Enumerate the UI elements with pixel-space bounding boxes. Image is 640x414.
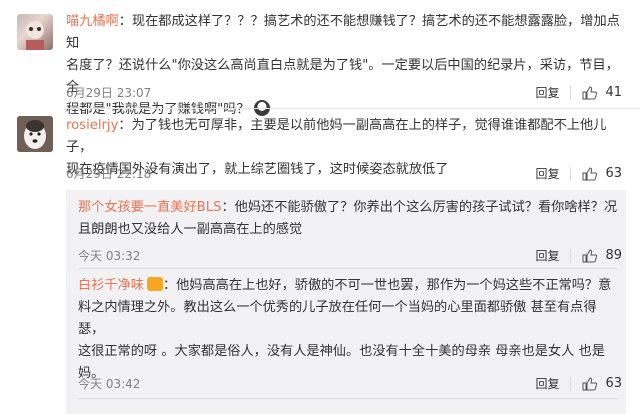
separator bbox=[570, 166, 572, 181]
avatar[interactable] bbox=[17, 14, 53, 50]
reply-date: 今天 03:42 bbox=[78, 377, 141, 391]
reply-button[interactable]: 回复 bbox=[535, 165, 559, 182]
comment-text: 喵九橘啊：现在都成这样了？？？搞艺术的还不能想赚钱了？搞艺术的还不能想露露脸，增… bbox=[66, 14, 620, 117]
reply-date: 今天 03:32 bbox=[78, 249, 141, 263]
reply-username[interactable]: 那个女孩要一直美好BLS bbox=[78, 200, 221, 215]
like-count: 63 bbox=[605, 166, 622, 181]
reply-button[interactable]: 回复 bbox=[535, 375, 559, 392]
comment-item: 喵九橘啊：现在都成这样了？？？搞艺术的还不能想赚钱了？搞艺术的还不能想露露脸，增… bbox=[0, 0, 640, 117]
reply-text: 白衫千净味 ：他妈高高在上也好，骄傲的不可一世也罢，那作为一个妈这些不正常吗？意 … bbox=[78, 277, 612, 381]
thumbs-up-icon bbox=[582, 85, 598, 99]
comment-username[interactable]: 喵九橘啊 bbox=[66, 14, 119, 29]
like-count: 89 bbox=[605, 248, 622, 263]
thumbs-up-icon bbox=[582, 248, 598, 262]
thumbs-up-icon bbox=[582, 376, 598, 390]
avatar[interactable] bbox=[17, 116, 53, 152]
comment-username[interactable]: rosielrjy bbox=[66, 118, 118, 133]
separator bbox=[570, 376, 572, 391]
separator bbox=[570, 248, 572, 263]
like-count: 63 bbox=[605, 376, 622, 391]
comment-item: rosielrjy：为了钱也无可厚非，主要是以前他妈一副高高在上的样子，觉得谁谁… bbox=[0, 110, 640, 190]
separator bbox=[570, 85, 572, 100]
vip-badge-icon bbox=[146, 277, 163, 291]
reply-divider bbox=[78, 398, 618, 399]
reply-actions: 回复 63 bbox=[535, 375, 622, 392]
thumbs-up-icon bbox=[582, 166, 598, 180]
like-button[interactable]: 63 bbox=[582, 376, 622, 391]
reply-username[interactable]: 白衫千净味 bbox=[78, 278, 144, 293]
like-count: 41 bbox=[605, 85, 622, 100]
avatar-image bbox=[26, 21, 44, 50]
reply-button[interactable]: 回复 bbox=[535, 84, 559, 101]
comment-actions: 回复 41 bbox=[535, 84, 622, 101]
like-button[interactable]: 41 bbox=[582, 85, 622, 100]
comment-date: 6月29日 23:07 bbox=[66, 86, 152, 100]
like-button[interactable]: 63 bbox=[582, 166, 622, 181]
reply-actions: 回复 89 bbox=[535, 247, 622, 264]
reply-text: 那个女孩要一直美好BLS：他妈还不能骄傲了？你养出个这么厉害的孩子试试？看你啥样… bbox=[78, 200, 618, 237]
avatar-image bbox=[17, 116, 53, 152]
comment-date: 6月29日 22:18 bbox=[66, 167, 152, 181]
comment-divider bbox=[66, 108, 640, 109]
reply-button[interactable]: 回复 bbox=[535, 247, 559, 264]
like-button[interactable]: 89 bbox=[582, 248, 622, 263]
comment-actions: 回复 63 bbox=[535, 165, 622, 182]
reply-divider bbox=[78, 268, 618, 269]
